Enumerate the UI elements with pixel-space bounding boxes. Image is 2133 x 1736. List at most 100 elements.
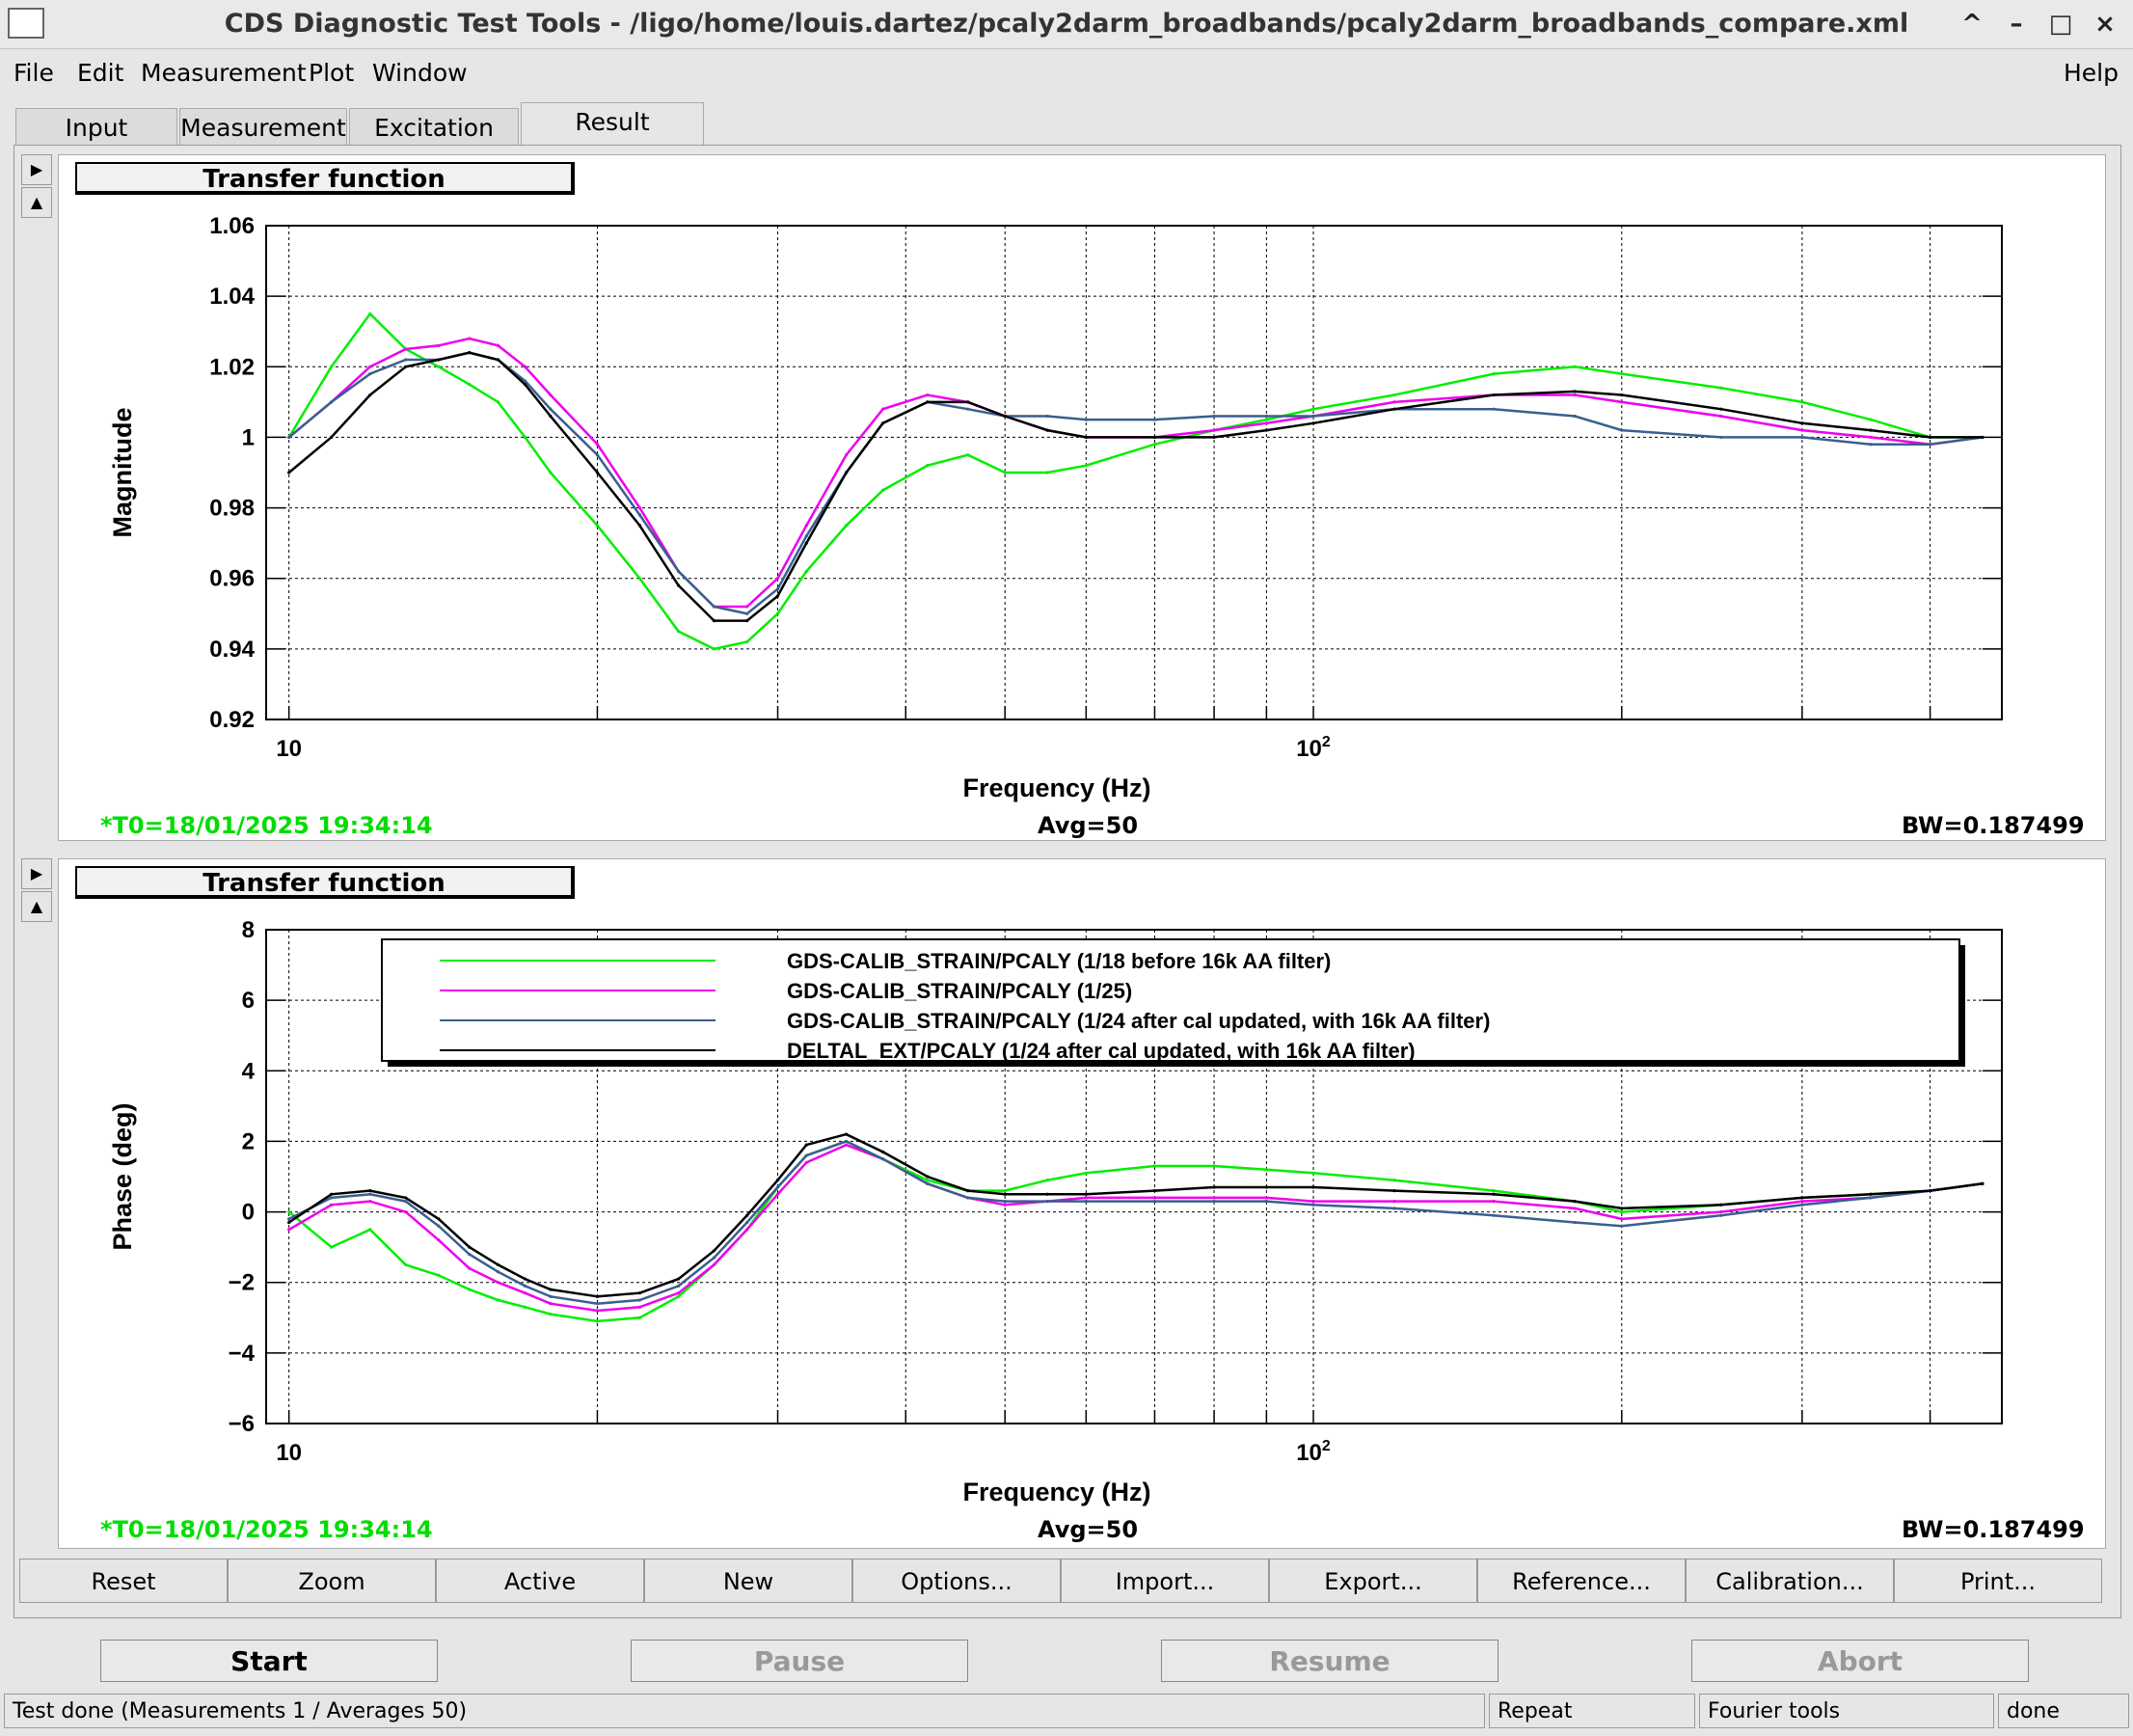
maximize-icon[interactable]: □ <box>2044 8 2077 41</box>
data-point <box>1264 1185 1268 1189</box>
data-point <box>1311 421 1315 425</box>
data-point <box>804 524 808 528</box>
data-point <box>880 1150 885 1153</box>
import-button[interactable]: Import... <box>1061 1559 1269 1603</box>
bw-label: BW=0.187499 <box>1902 1516 2085 1543</box>
data-point <box>1392 393 1396 397</box>
reference-button[interactable]: Reference... <box>1477 1559 1686 1603</box>
data-point <box>1719 435 1723 440</box>
data-point <box>496 400 500 404</box>
data-point <box>1311 414 1315 419</box>
data-point <box>775 1179 780 1182</box>
y-tick-label: 1.04 <box>209 284 255 310</box>
data-point <box>1152 418 1157 421</box>
data-point <box>404 347 408 351</box>
bw-label: BW=0.187499 <box>1902 812 2085 839</box>
data-point <box>676 1294 681 1298</box>
data-point <box>845 1132 849 1136</box>
data-point <box>676 1284 681 1288</box>
active-button[interactable]: Active <box>436 1559 644 1603</box>
data-point <box>1152 1164 1157 1168</box>
t0-label: *T0=18/01/2025 19:34:14 <box>100 1516 433 1543</box>
data-point <box>549 407 553 411</box>
data-point <box>637 1305 642 1309</box>
data-point <box>676 1277 681 1281</box>
print-button[interactable]: Print... <box>1894 1559 2102 1603</box>
data-point <box>1212 435 1216 440</box>
menu-edit[interactable]: Edit <box>77 56 123 91</box>
data-point <box>845 471 849 475</box>
panel-title[interactable]: Transfer function <box>75 162 575 195</box>
new-button[interactable]: New <box>644 1559 852 1603</box>
data-point <box>1152 443 1157 447</box>
phase-chart[interactable]: −6 −4 −2 0 2 4 6 8 10 102 Frequency (Hz) Phase (deg… <box>58 907 2106 1508</box>
menu-file[interactable]: File <box>14 56 54 91</box>
data-point <box>804 569 808 573</box>
data-point <box>745 619 749 623</box>
data-point <box>1573 365 1577 368</box>
y-tick-label: 8 <box>242 917 255 943</box>
data-point <box>1311 1185 1315 1189</box>
data-point <box>1264 1196 1268 1200</box>
data-point <box>287 471 291 475</box>
data-point <box>1492 407 1496 411</box>
menu-plot[interactable]: Plot <box>309 56 354 91</box>
zoom-button[interactable]: Zoom <box>228 1559 436 1603</box>
magnitude-chart[interactable]: 0.92 0.94 0.96 0.98 1 1.02 1.04 1.06 10 102 Freque… <box>58 203 2106 804</box>
y-tick-label: −2 <box>229 1270 255 1296</box>
menu-help[interactable]: Help <box>2064 56 2119 91</box>
expand-right-icon[interactable]: ▶ <box>21 154 52 185</box>
data-point <box>775 594 780 598</box>
data-point <box>1800 1203 1804 1207</box>
data-point <box>880 488 885 492</box>
start-button[interactable]: Start <box>100 1640 438 1682</box>
y-tick-label: −6 <box>229 1411 255 1437</box>
data-point <box>1869 428 1873 432</box>
y-tick-label: 2 <box>242 1128 255 1154</box>
menu-measurement[interactable]: Measurement <box>141 56 307 91</box>
data-point <box>549 414 553 419</box>
data-point <box>595 471 600 475</box>
close-icon[interactable]: × <box>2089 8 2121 41</box>
pause-button[interactable]: Pause <box>631 1640 968 1682</box>
x-axis-label: Frequency (Hz) <box>962 773 1150 802</box>
options-button[interactable]: Options... <box>852 1559 1061 1603</box>
tab-result[interactable]: Result <box>521 102 704 147</box>
data-point <box>1003 414 1007 419</box>
tab-measurement[interactable]: Measurement <box>179 108 347 147</box>
data-point <box>1152 1200 1157 1204</box>
data-point <box>1981 435 1984 440</box>
chevron-up-icon[interactable]: ^ <box>1956 8 1988 41</box>
data-point <box>1719 1209 1723 1214</box>
data-point <box>1212 1200 1216 1204</box>
data-point <box>712 1262 716 1267</box>
data-point <box>330 400 334 404</box>
reset-button[interactable]: Reset <box>19 1559 228 1603</box>
data-point <box>368 1200 372 1204</box>
data-point <box>1573 393 1577 397</box>
data-point <box>1084 1200 1088 1204</box>
data-point <box>1620 393 1624 397</box>
expand-right-icon[interactable]: ▶ <box>21 858 52 889</box>
export-button[interactable]: Export... <box>1269 1559 1477 1603</box>
y-tick-label: 0.98 <box>209 496 255 522</box>
menu-window[interactable]: Window <box>372 56 468 91</box>
data-point <box>1492 1189 1496 1193</box>
data-point <box>1869 1192 1873 1196</box>
abort-button[interactable]: Abort <box>1691 1640 2029 1682</box>
expand-up-icon[interactable]: ▲ <box>21 187 52 218</box>
data-point <box>1392 407 1396 411</box>
data-point <box>1719 414 1723 419</box>
tab-excitation[interactable]: Excitation <box>349 108 519 147</box>
panel-title[interactable]: Transfer function <box>75 866 575 899</box>
tab-input[interactable]: Input <box>15 108 177 147</box>
data-point <box>468 382 472 387</box>
expand-up-icon[interactable]: ▲ <box>21 891 52 922</box>
data-point <box>330 1192 334 1196</box>
calibration-button[interactable]: Calibration... <box>1686 1559 1894 1603</box>
status-message: Test done (Measurements 1 / Averages 50) <box>4 1694 1485 1728</box>
minimize-icon[interactable]: – <box>2000 8 2033 41</box>
data-point <box>676 583 681 587</box>
data-point <box>845 524 849 528</box>
resume-button[interactable]: Resume <box>1161 1640 1498 1682</box>
